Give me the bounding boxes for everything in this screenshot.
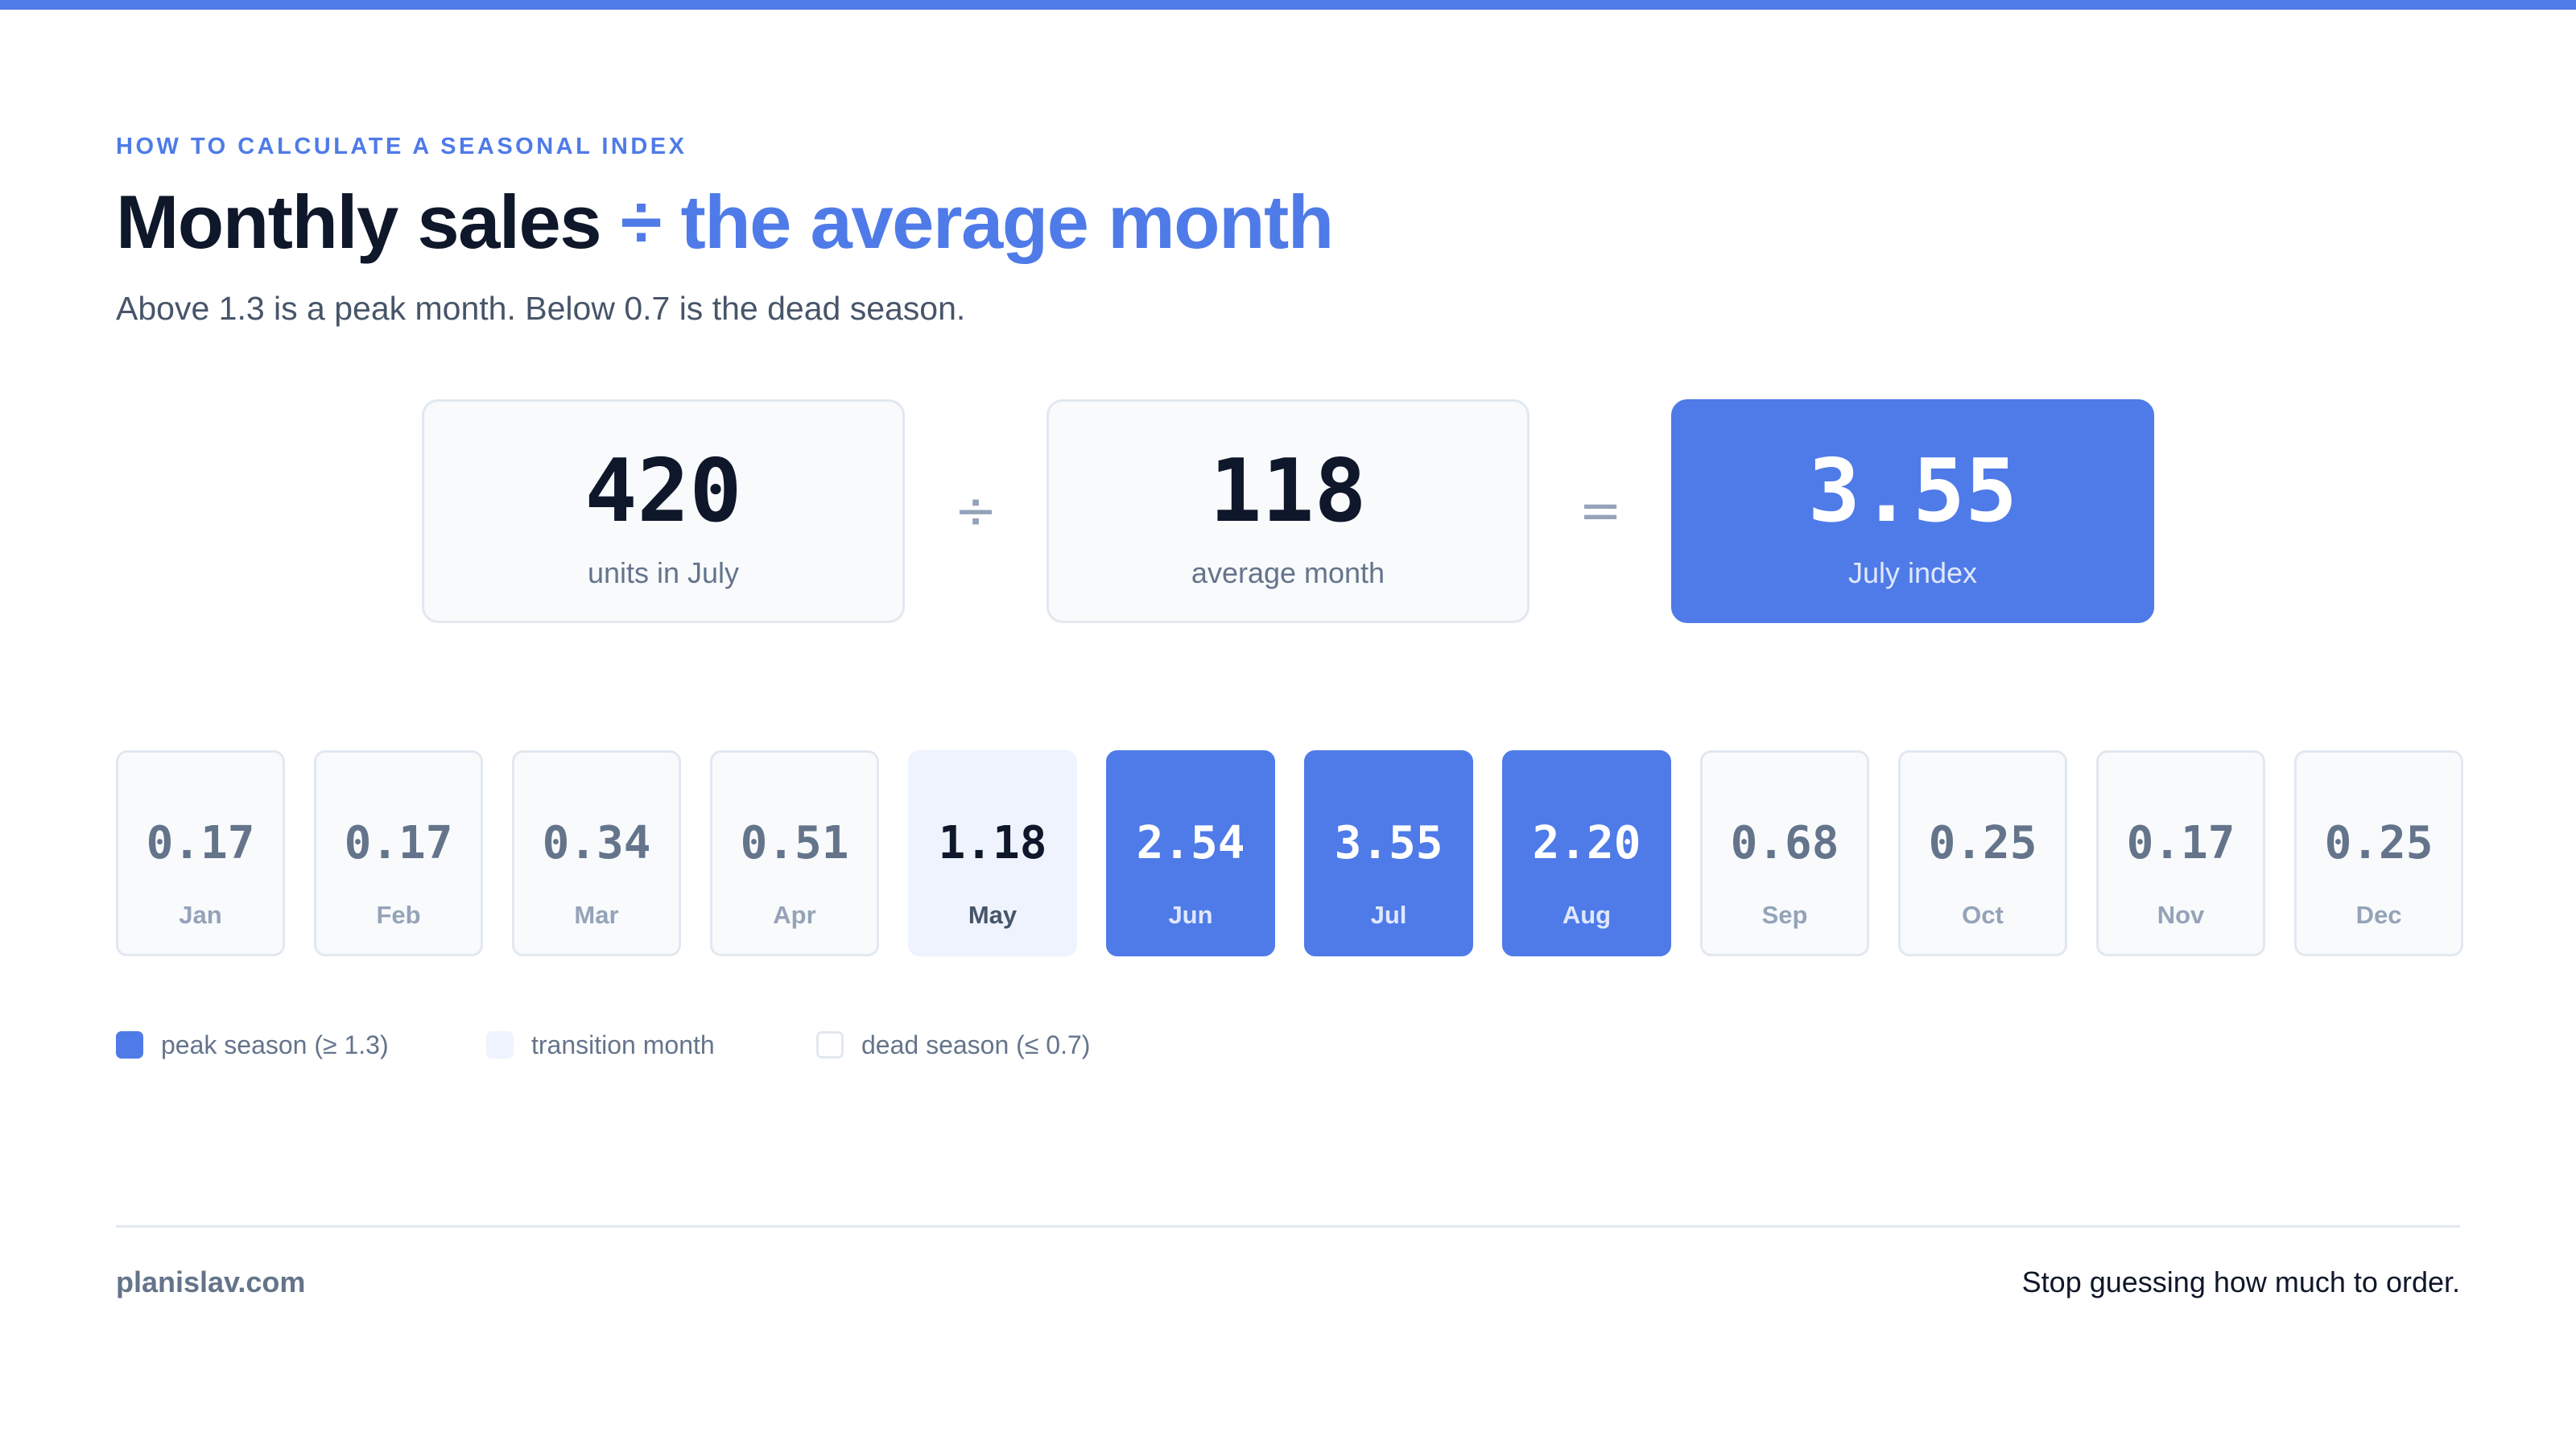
legend-item-peak: peak season (≥ 1.3) xyxy=(116,1029,389,1061)
month-index: 0.25 xyxy=(2324,817,2434,869)
denominator-value: 118 xyxy=(1209,441,1367,542)
legend-label-dead: dead season (≤ 0.7) xyxy=(861,1030,1091,1059)
month-name: Aug xyxy=(1562,901,1612,929)
equals-symbol: = xyxy=(1579,481,1622,541)
month-index: 2.20 xyxy=(1532,817,1641,869)
numerator-card: 420 units in July xyxy=(422,399,905,623)
page-subtitle: Above 1.3 is a peak month. Below 0.7 is … xyxy=(116,290,966,327)
month-card-feb: 0.17 Feb xyxy=(314,750,483,956)
month-card-may: 1.18 May xyxy=(908,750,1077,956)
month-index: 0.17 xyxy=(146,817,255,869)
title-main: Monthly sales xyxy=(116,180,602,264)
month-index: 0.17 xyxy=(344,817,453,869)
legend-item-transition: transition month xyxy=(486,1029,715,1061)
month-card-oct: 0.25 Oct xyxy=(1898,750,2067,956)
legend-item-dead: dead season (≤ 0.7) xyxy=(816,1029,1090,1061)
month-name: May xyxy=(968,901,1018,929)
month-card-apr: 0.51 Apr xyxy=(710,750,879,956)
month-index: 3.55 xyxy=(1334,817,1443,869)
month-card-jan: 0.17 Jan xyxy=(116,750,285,956)
month-card-nov: 0.17 Nov xyxy=(2096,750,2265,956)
title-accent: ÷ the average month xyxy=(620,180,1334,264)
denominator-card: 118 average month xyxy=(1046,399,1530,623)
month-card-jul: 3.55 Jul xyxy=(1304,750,1473,956)
footer-divider xyxy=(116,1225,2460,1228)
footer-tagline: Stop guessing how much to order. xyxy=(2021,1265,2460,1298)
month-index: 2.54 xyxy=(1136,817,1245,869)
month-card-mar: 0.34 Mar xyxy=(512,750,681,956)
month-index: 0.25 xyxy=(1928,817,2037,869)
month-card-dec: 0.25 Dec xyxy=(2294,750,2463,956)
legend-swatch-transition xyxy=(486,1031,514,1059)
month-name: Dec xyxy=(2355,901,2402,929)
eyebrow-label: HOW TO CALCULATE A SEASONAL INDEX xyxy=(116,134,687,159)
month-card-sep: 0.68 Sep xyxy=(1700,750,1869,956)
month-name: Oct xyxy=(1962,901,2004,929)
month-index: 0.68 xyxy=(1730,817,1839,869)
month-name: Jul xyxy=(1370,901,1407,929)
month-index: 0.17 xyxy=(2126,817,2235,869)
month-name: Apr xyxy=(773,901,816,929)
month-card-jun: 2.54 Jun xyxy=(1106,750,1275,956)
legend-swatch-dead xyxy=(816,1031,844,1059)
numerator-label: units in July xyxy=(587,556,740,589)
month-name: Feb xyxy=(376,901,421,929)
denominator-label: average month xyxy=(1191,556,1385,589)
result-value: 3.55 xyxy=(1807,441,2018,542)
footer-site-link[interactable]: planislav.com xyxy=(116,1265,305,1299)
divide-symbol: ÷ xyxy=(954,481,997,541)
month-index: 0.34 xyxy=(542,817,651,869)
month-index: 0.51 xyxy=(740,817,849,869)
month-card-aug: 2.20 Aug xyxy=(1502,750,1671,956)
page-title: Monthly sales ÷ the average month xyxy=(116,179,1334,266)
month-name: Nov xyxy=(2157,901,2205,929)
month-name: Jun xyxy=(1168,901,1213,929)
legend-label-peak: peak season (≥ 1.3) xyxy=(161,1030,389,1059)
top-accent-bar xyxy=(0,0,2576,10)
month-name: Sep xyxy=(1761,901,1808,929)
result-card: 3.55 July index xyxy=(1671,399,2154,623)
numerator-value: 420 xyxy=(584,441,742,542)
month-index: 1.18 xyxy=(938,817,1047,869)
legend-swatch-peak xyxy=(116,1031,143,1059)
month-name: Jan xyxy=(179,901,222,929)
result-label: July index xyxy=(1847,556,1978,589)
legend-label-transition: transition month xyxy=(531,1030,715,1059)
month-name: Mar xyxy=(574,901,619,929)
